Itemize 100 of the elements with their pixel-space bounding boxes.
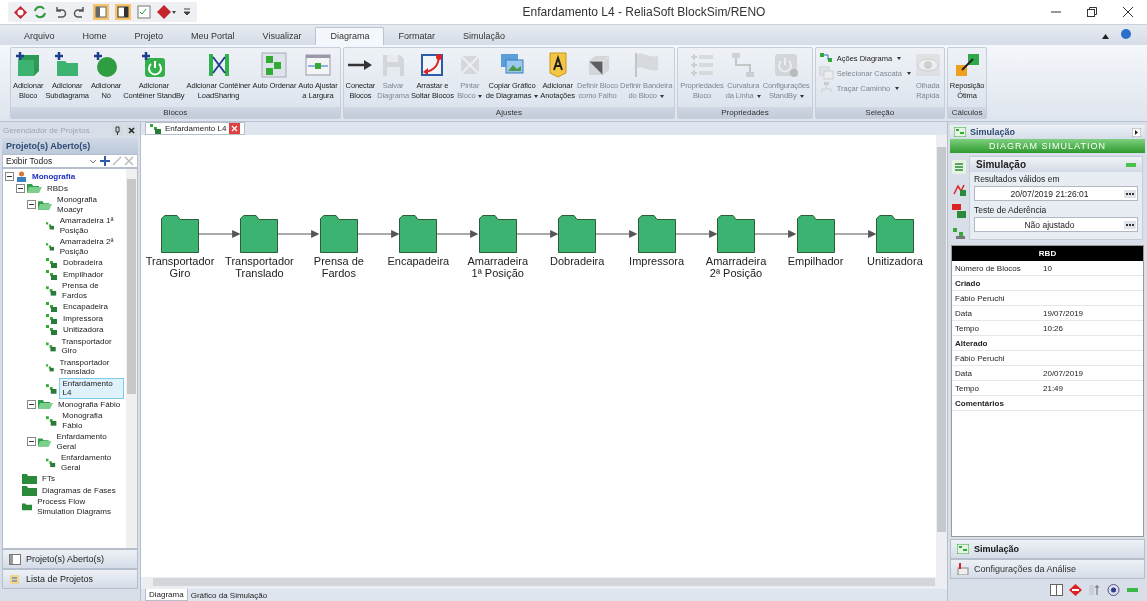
- view-tab[interactable]: Diagrama: [145, 589, 188, 601]
- add-icon[interactable]: [100, 156, 110, 166]
- group-label: Propriedades: [678, 107, 812, 118]
- tree-item[interactable]: Monografia Fábio: [59, 410, 124, 431]
- pane-button[interactable]: Configurações da Análise: [950, 559, 1145, 579]
- tree-item[interactable]: Impressora: [60, 312, 106, 324]
- panel-icon: [9, 553, 21, 565]
- menu-tab[interactable]: Formatar: [384, 28, 449, 45]
- expander-icon[interactable]: [27, 437, 36, 446]
- connector-arrow: [357, 230, 400, 238]
- expander-icon[interactable]: [27, 200, 36, 209]
- menu-tab[interactable]: Home: [68, 28, 121, 45]
- redo-icon[interactable]: [73, 5, 87, 19]
- badge-icon[interactable]: [1107, 584, 1120, 596]
- pin-icon[interactable]: [112, 124, 123, 136]
- field-label: Teste de Aderência: [974, 205, 1048, 215]
- menu-tab[interactable]: Simulação: [449, 28, 519, 45]
- tree-item[interactable]: Enfardamento Geral: [53, 431, 124, 452]
- menu-tab[interactable]: Meu Portal: [177, 28, 249, 45]
- expander-icon[interactable]: [27, 399, 36, 409]
- block-shape[interactable]: [319, 215, 358, 253]
- menu-tab[interactable]: Projeto: [120, 28, 178, 45]
- expand-icon[interactable]: [1132, 127, 1141, 137]
- folder-icon: [22, 473, 37, 485]
- menu-tab[interactable]: Visualizar: [248, 28, 316, 45]
- diagram-icon: [150, 123, 162, 134]
- block-shape[interactable]: [399, 215, 438, 253]
- folder-icon: [38, 399, 53, 410]
- block-shape[interactable]: [796, 215, 835, 253]
- panel-left-icon[interactable]: [93, 4, 109, 20]
- folder-icon: [38, 436, 52, 447]
- tree-item[interactable]: Enfardamento Geral: [58, 452, 124, 473]
- tree-item[interactable]: Monografia: [29, 171, 79, 183]
- tree-item[interactable]: Monografia Fábio: [55, 398, 124, 410]
- tree-item[interactable]: RBDs: [44, 182, 71, 194]
- tree-item[interactable]: Transportador Translado: [56, 356, 124, 378]
- document-tab[interactable]: Enfardamento L4: [145, 122, 246, 135]
- menu-tab[interactable]: Diagrama: [315, 27, 385, 45]
- book-icon[interactable]: [1050, 584, 1063, 596]
- collapse-ribbon-icon[interactable]: [1102, 34, 1109, 39]
- report-icon[interactable]: [952, 204, 966, 218]
- block-label: Empilhador: [787, 255, 844, 267]
- undo-icon[interactable]: [53, 5, 67, 19]
- customize-icon[interactable]: [183, 8, 191, 16]
- block-shape[interactable]: [240, 215, 279, 253]
- block-shape[interactable]: [717, 215, 756, 253]
- simulate-icon[interactable]: [952, 160, 966, 174]
- panel-right-icon[interactable]: [115, 4, 131, 20]
- refresh-icon[interactable]: [33, 5, 47, 19]
- tree-item[interactable]: FTs: [39, 473, 58, 485]
- connector-arrow: [437, 230, 479, 238]
- diagram-icon: [46, 268, 58, 280]
- chart-icon[interactable]: [952, 182, 966, 196]
- property-value: 10:26: [1043, 323, 1064, 333]
- block-shape[interactable]: [558, 215, 597, 253]
- scrollbar[interactable]: [141, 577, 947, 589]
- list-icon: [9, 573, 21, 585]
- tool-icon[interactable]: [1088, 584, 1101, 596]
- close-icon[interactable]: [126, 124, 137, 136]
- tree-item[interactable]: Prensa de Fardos: [59, 280, 124, 301]
- tree-item[interactable]: Enfardamento L4: [59, 377, 124, 399]
- menu-tab[interactable]: Arquivo: [10, 28, 69, 45]
- caret-icon: [799, 94, 804, 98]
- tree-item[interactable]: Diagramas de Fases: [39, 484, 119, 496]
- tree-item[interactable]: Transportador Giro: [58, 335, 124, 357]
- tree-item[interactable]: Empilhador: [60, 268, 107, 280]
- tree-item[interactable]: Amarradeira 2ª Posição: [56, 236, 124, 257]
- ribbon-icon: [772, 51, 801, 79]
- expander-icon[interactable]: [5, 172, 14, 182]
- tree-item[interactable]: Unitizadora: [60, 324, 107, 336]
- diagram-icon[interactable]: [952, 226, 966, 240]
- tree-item[interactable]: Encapadeira: [60, 301, 111, 313]
- tree-item[interactable]: Dobradeira: [60, 257, 106, 269]
- block-shape[interactable]: [478, 215, 517, 253]
- block-shape[interactable]: [875, 215, 914, 253]
- tree-item[interactable]: Process Flow Simulation Diagrams: [34, 496, 124, 517]
- tree-item[interactable]: Amarradeira 1ª Posição: [56, 215, 124, 236]
- connector-arrow: [596, 230, 638, 238]
- diagram-icon: [46, 415, 58, 426]
- stop-icon[interactable]: [1069, 584, 1082, 596]
- checklist-icon[interactable]: [137, 5, 151, 19]
- property-value: 21:49: [1043, 383, 1064, 393]
- block-label: Transportador Giro: [145, 255, 215, 279]
- tree-item[interactable]: Monografia Moacyr: [54, 194, 124, 215]
- pane-button[interactable]: Simulação: [950, 539, 1145, 559]
- block-label: Transportador Translado: [225, 255, 294, 279]
- expander-icon[interactable]: [16, 183, 25, 193]
- connector-arrow: [516, 230, 559, 238]
- view-tab[interactable]: Gráfico da Simulação: [187, 589, 271, 601]
- close-icon[interactable]: [1123, 7, 1133, 17]
- diagram-icon: [46, 301, 58, 313]
- pane-button[interactable]: Projeto(s) Aberto(s): [2, 549, 138, 569]
- scrollbar[interactable]: [126, 169, 137, 548]
- restore-icon[interactable]: [1087, 7, 1097, 17]
- help-icon[interactable]: [1121, 29, 1131, 39]
- scrollbar[interactable]: [936, 135, 947, 577]
- pane-button[interactable]: Lista de Projetos: [2, 569, 138, 589]
- block-shape[interactable]: [637, 215, 676, 253]
- badge-icon[interactable]: [157, 5, 177, 19]
- block-shape[interactable]: [161, 215, 199, 253]
